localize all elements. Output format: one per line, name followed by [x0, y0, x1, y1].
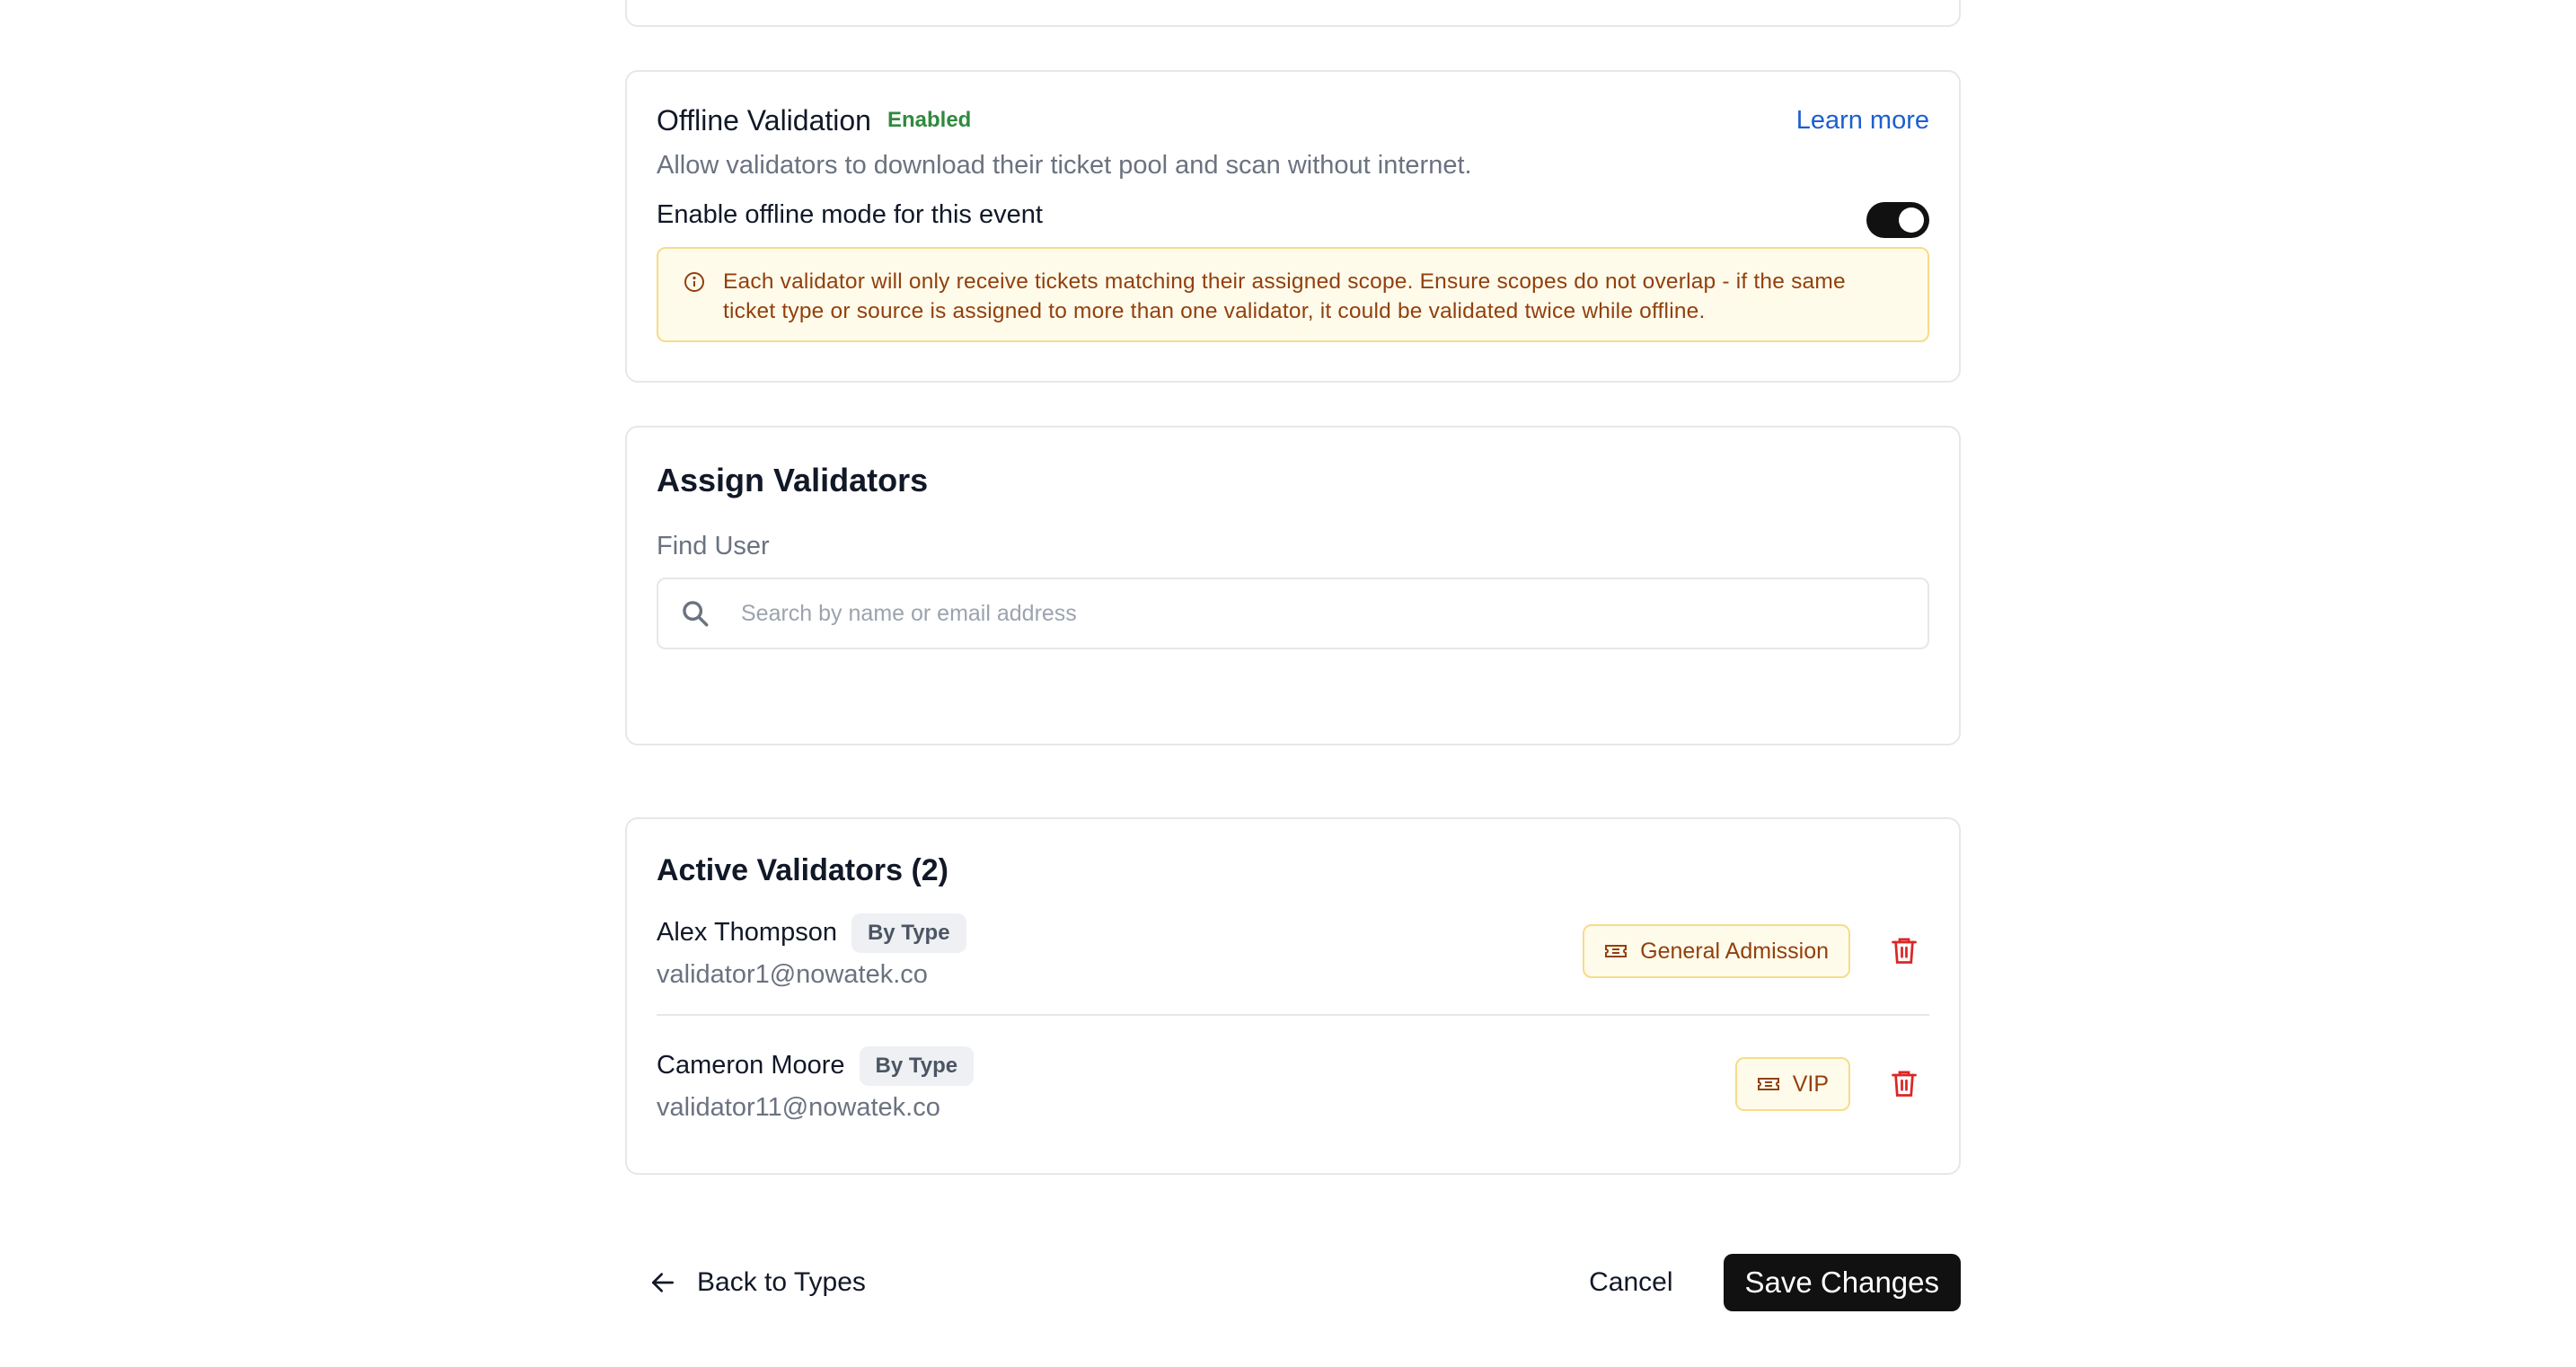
scope-tag-label: VIP — [1792, 1071, 1829, 1097]
search-icon — [683, 601, 709, 627]
assign-validators-title: Assign Validators — [657, 462, 929, 498]
validator-row: Cameron Moore By Type validator11@nowate… — [657, 1014, 1929, 1152]
validator-name: Alex Thompson — [657, 918, 837, 947]
offline-mode-row: Enable offline mode for this event — [657, 195, 1929, 238]
active-validators-card: Active Validators (2) Alex Thompson By T… — [625, 817, 1961, 1175]
trash-icon — [1892, 1071, 1917, 1097]
offline-mode-label: Enable offline mode for this event — [657, 199, 1043, 229]
validator-info: Cameron Moore By Type validator11@nowate… — [657, 1045, 975, 1123]
active-validators-title: Active Validators (2) — [657, 853, 949, 887]
offline-validation-description: Allow validators to download their ticke… — [657, 151, 1472, 180]
delete-validator-button[interactable] — [1886, 933, 1922, 969]
validator-actions: General Admission — [1583, 924, 1929, 978]
trash-icon — [1892, 938, 1917, 964]
back-to-types-label: Back to Types — [697, 1267, 866, 1297]
validator-name: Cameron Moore — [657, 1051, 845, 1080]
arrow-left-icon — [652, 1273, 674, 1292]
offline-validation-header: Offline Validation Enabled Learn more — [657, 102, 1929, 138]
offline-validation-card: Offline Validation Enabled Learn more Al… — [625, 70, 1961, 383]
ticket-icon — [1605, 945, 1628, 957]
previous-card — [625, 0, 1961, 27]
validator-info: Alex Thompson By Type validator1@nowatek… — [657, 913, 966, 990]
delete-validator-button[interactable] — [1886, 1066, 1922, 1102]
find-user-label: Find User — [657, 532, 770, 560]
offline-validation-title: Offline Validation — [657, 103, 871, 137]
validator-row: Alex Thompson By Type validator1@nowatek… — [657, 888, 1929, 1014]
scope-tag-label: General Admission — [1640, 938, 1829, 964]
search-input[interactable] — [741, 600, 1906, 627]
search-box — [657, 578, 1929, 649]
scope-tag: General Admission — [1583, 924, 1850, 978]
assign-validators-card: Assign Validators Find User — [625, 426, 1961, 745]
validator-email: validator1@nowatek.co — [657, 959, 928, 989]
save-changes-button[interactable]: Save Changes — [1723, 1254, 1961, 1311]
ticket-icon — [1757, 1078, 1779, 1090]
page: Offline Validation Enabled Learn more Al… — [0, 0, 2576, 1367]
validator-name-line: Cameron Moore By Type — [657, 1045, 975, 1086]
toggle-knob — [1899, 207, 1924, 233]
footer-bar: Back to Types Cancel Save Changes — [625, 1254, 1961, 1311]
learn-more-link[interactable]: Learn more — [1796, 106, 1929, 136]
offline-mode-toggle[interactable] — [1866, 202, 1929, 238]
scope-type-badge: By Type — [851, 913, 966, 953]
status-badge: Enabled — [887, 108, 972, 132]
cancel-button[interactable]: Cancel — [1589, 1267, 1672, 1298]
info-circle-icon — [684, 272, 704, 292]
back-to-types-link[interactable]: Back to Types — [625, 1267, 866, 1298]
scope-tag: VIP — [1734, 1057, 1850, 1111]
scope-warning-text: Each validator will only receive tickets… — [723, 269, 1846, 323]
footer-actions: Cancel Save Changes — [1589, 1254, 1961, 1311]
validator-actions: VIP — [1734, 1057, 1929, 1111]
validator-email: validator11@nowatek.co — [657, 1092, 940, 1122]
scope-warning: Each validator will only receive tickets… — [657, 247, 1929, 342]
scope-type-badge: By Type — [859, 1045, 975, 1086]
offline-validation-title-group: Offline Validation Enabled — [657, 104, 971, 137]
validator-name-line: Alex Thompson By Type — [657, 913, 966, 953]
